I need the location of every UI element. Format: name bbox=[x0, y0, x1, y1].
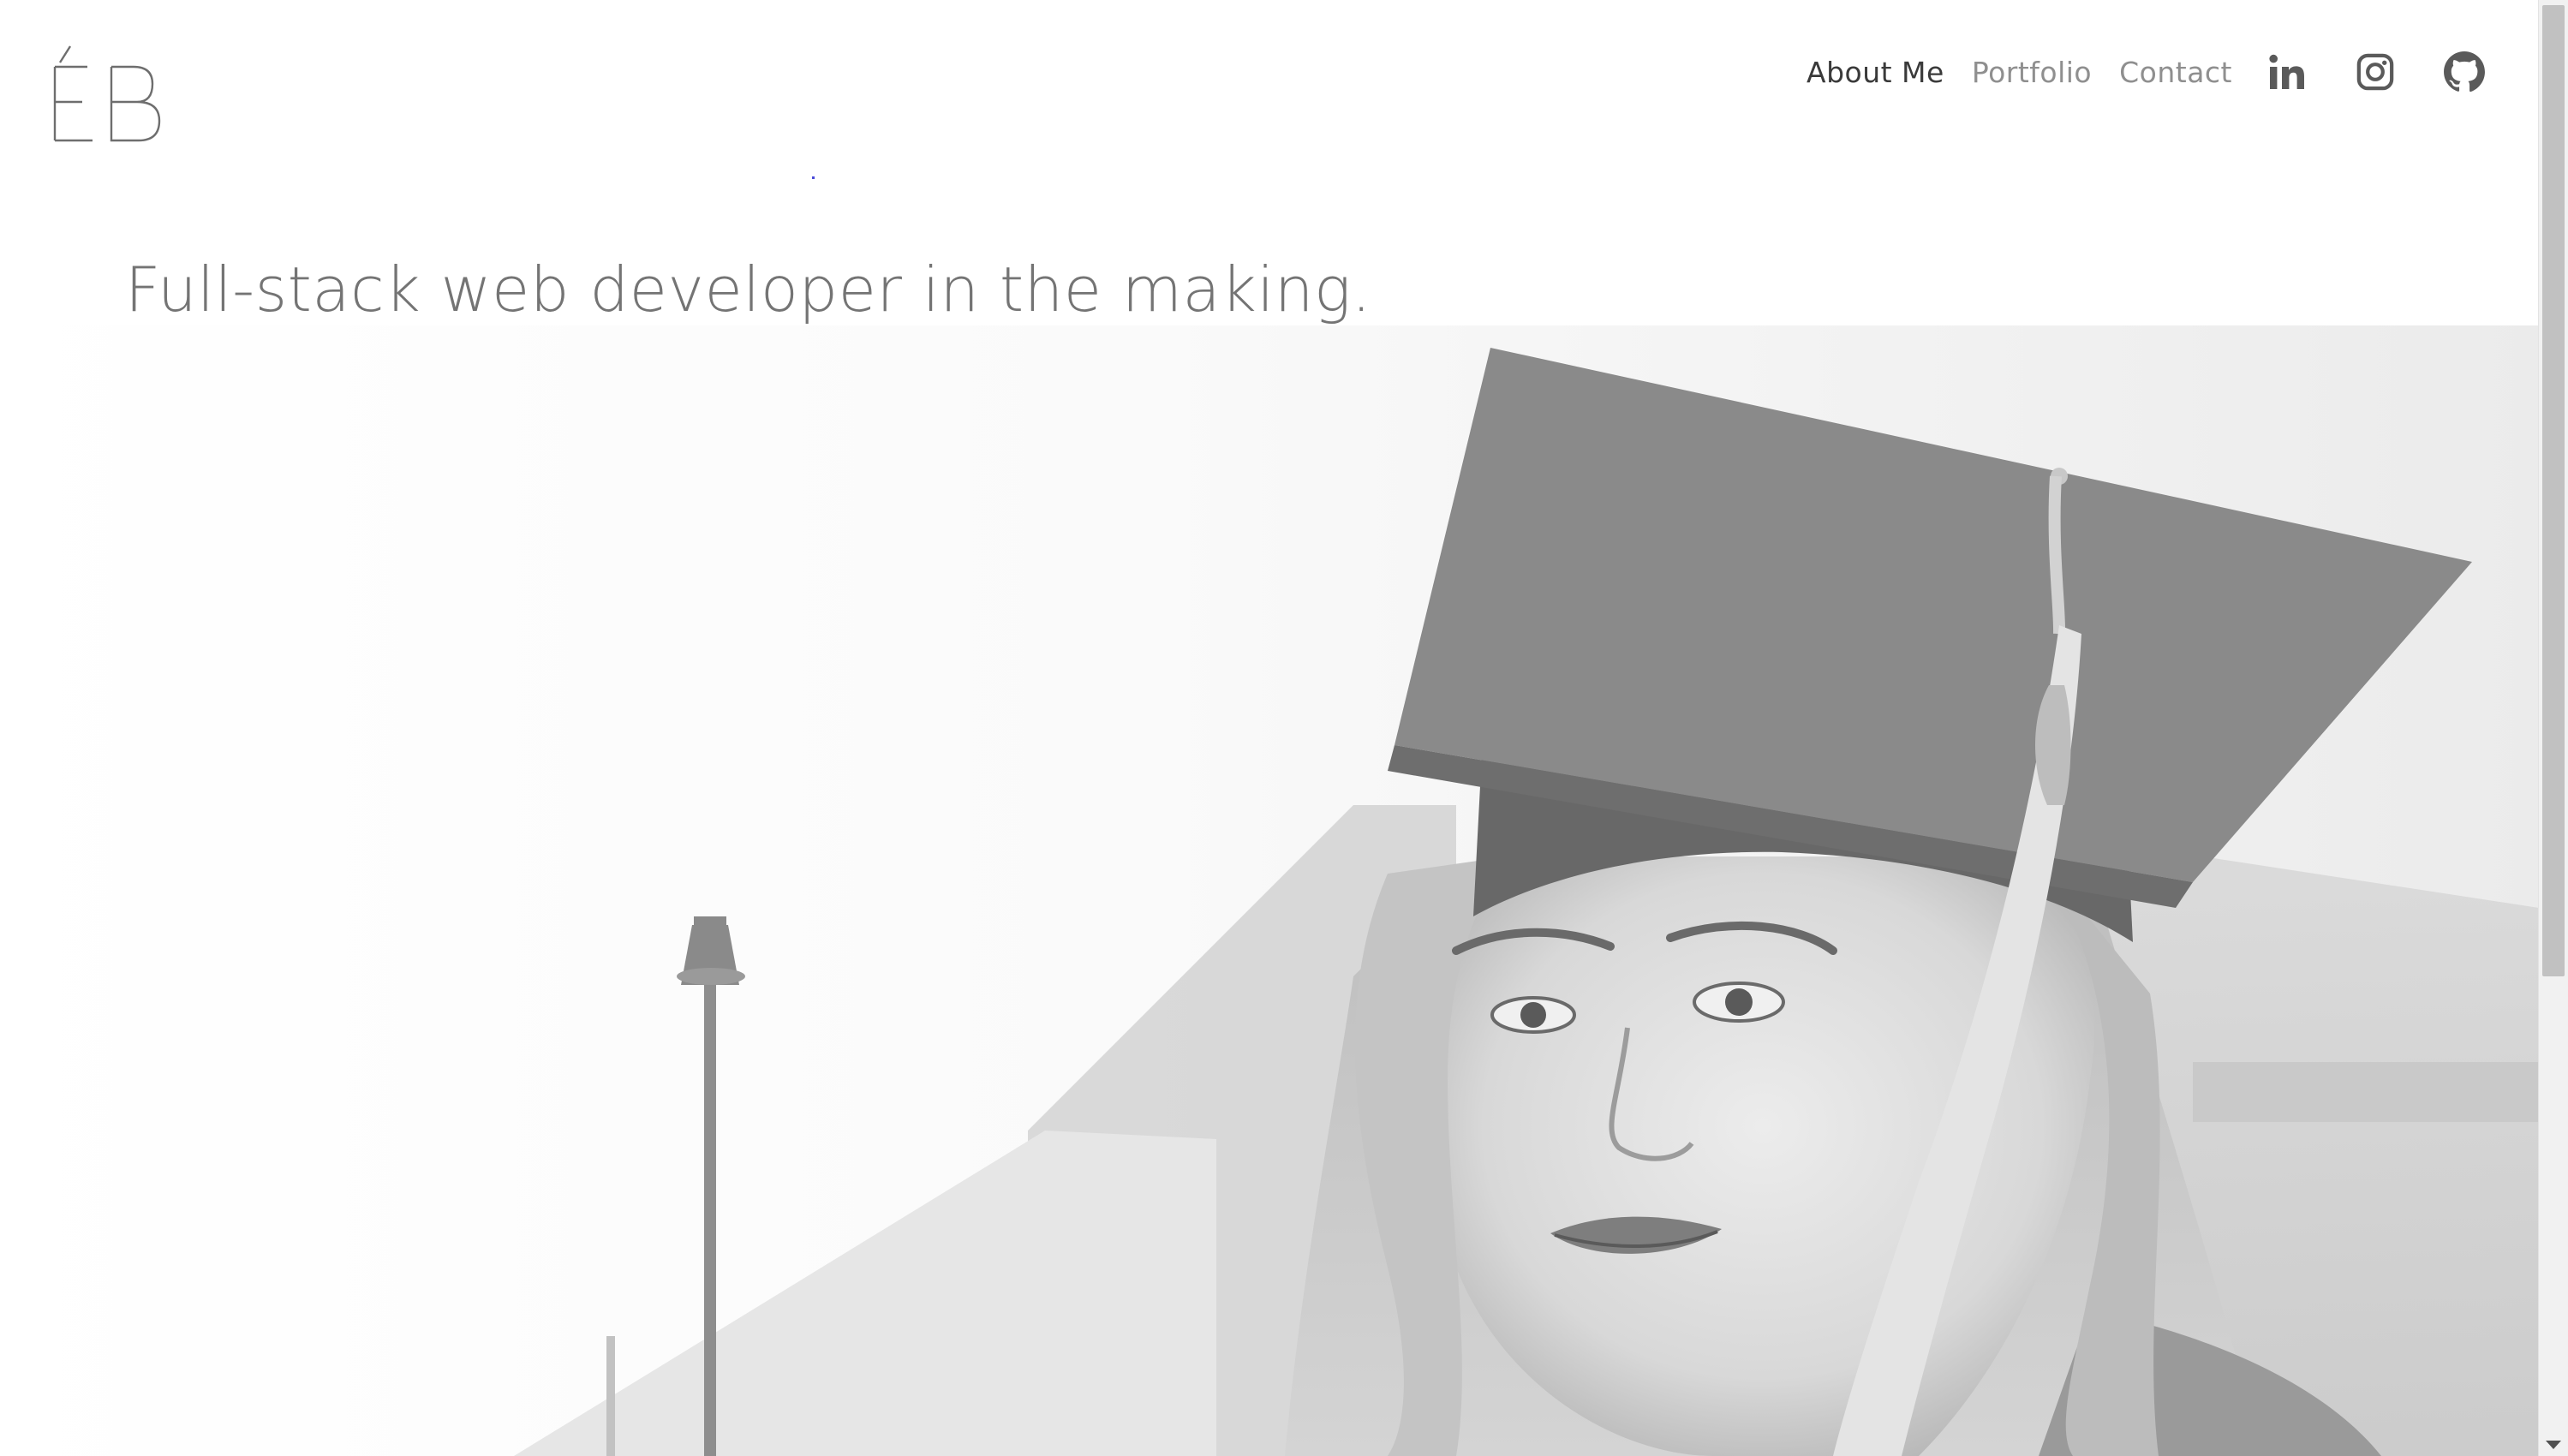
main-nav: About Me Portfolio Contact bbox=[1807, 48, 2232, 96]
scrollbar-thumb[interactable] bbox=[2542, 5, 2565, 976]
nav-about-me[interactable]: About Me bbox=[1807, 56, 1944, 89]
linkedin-icon[interactable] bbox=[2266, 51, 2308, 92]
stray-dot bbox=[812, 176, 815, 179]
vertical-scrollbar[interactable] bbox=[2538, 0, 2568, 1456]
scroll-down-arrow-icon[interactable] bbox=[2546, 1441, 2561, 1449]
social-links bbox=[2266, 48, 2486, 96]
nav-portfolio[interactable]: Portfolio bbox=[1972, 56, 2092, 89]
hero-photo bbox=[0, 325, 2539, 1456]
instagram-icon[interactable] bbox=[2356, 52, 2395, 92]
page: About Me Portfolio Contact Full-stack we… bbox=[0, 0, 2568, 1456]
site-logo[interactable] bbox=[46, 43, 163, 146]
nav-contact[interactable]: Contact bbox=[2119, 56, 2232, 89]
hero-headline: Full-stack web developer in the making. bbox=[125, 254, 1372, 326]
github-icon[interactable] bbox=[2443, 51, 2486, 93]
viewport: About Me Portfolio Contact Full-stack we… bbox=[0, 0, 2539, 1456]
